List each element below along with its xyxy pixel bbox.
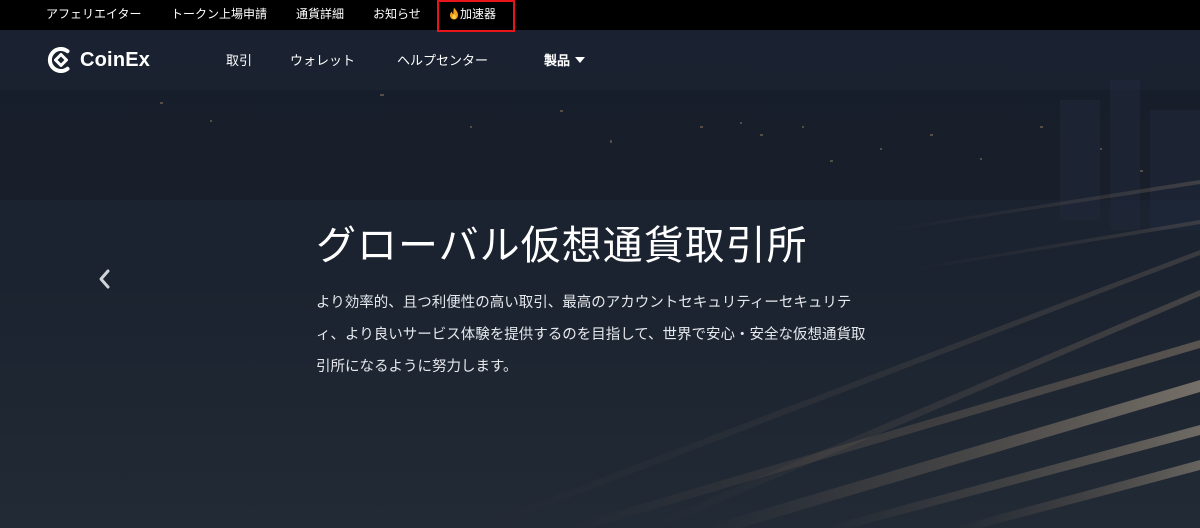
- page: グローバル仮想通貨取引所 より効率的、且つ利便性の高い取引、最高のアカウントセキ…: [0, 0, 1200, 528]
- topbar-link-affiliate[interactable]: アフェリエイター: [46, 0, 142, 30]
- topbar-link-announcements[interactable]: お知らせ: [373, 0, 421, 30]
- nav-item-wallet[interactable]: ウォレット: [290, 50, 355, 69]
- nav-item-products[interactable]: 製品: [544, 50, 586, 69]
- topbar-link-token-listing[interactable]: トークン上場申請: [171, 0, 267, 30]
- hero-background-image: [0, 30, 1200, 528]
- main-nav: CoinEx 取引 ウォレット ヘルプセンター 製品: [0, 30, 1200, 90]
- chevron-left-icon[interactable]: [96, 268, 114, 290]
- caret-down-icon: [575, 57, 586, 63]
- nav-item-trade[interactable]: 取引: [226, 50, 252, 69]
- nav-item-products-label: 製品: [544, 54, 571, 69]
- hero-title: グローバル仮想通貨取引所: [316, 223, 808, 269]
- flame-icon: [450, 7, 458, 20]
- topbar-link-currency-details[interactable]: 通貨詳細: [296, 0, 344, 30]
- topbar-accelerator-label: 加速器: [460, 7, 497, 21]
- hero-section: グローバル仮想通貨取引所 より効率的、且つ利便性の高い取引、最高のアカウントセキ…: [0, 30, 1200, 528]
- coinex-logo[interactable]: CoinEx: [46, 43, 150, 77]
- hero-description: より効率的、且つ利便性の高い取引、最高のアカウントセキュリティーセキュリティ、よ…: [316, 295, 866, 375]
- topbar-link-accelerator[interactable]: 加速器: [449, 0, 496, 30]
- coinex-logo-icon: [47, 47, 70, 73]
- brand-name: CoinEx: [80, 48, 151, 71]
- top-utility-bar: アフェリエイター トークン上場申請 通貨詳細 お知らせ 加速器: [0, 0, 1200, 32]
- nav-item-help-center[interactable]: ヘルプセンター: [397, 50, 488, 69]
